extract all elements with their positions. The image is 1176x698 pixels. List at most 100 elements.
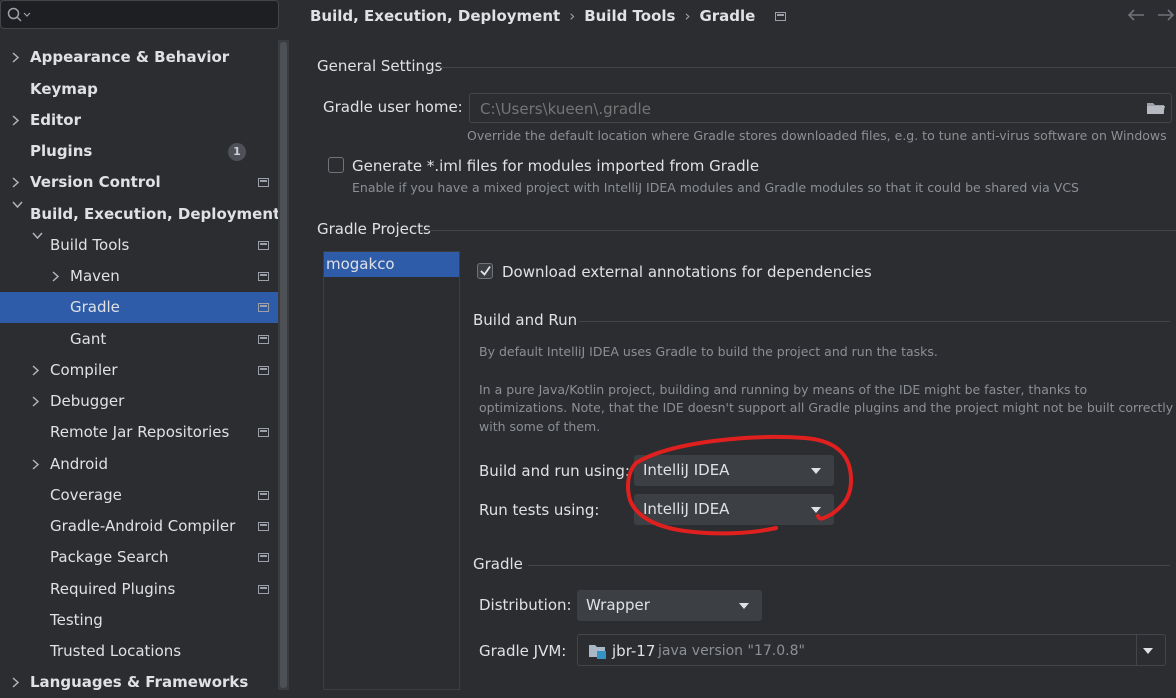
- sidebar-item-debugger[interactable]: Debugger: [0, 386, 283, 417]
- sidebar-item-build-execution-deployment[interactable]: Build, Execution, Deployment: [0, 199, 283, 230]
- sidebar-item-android[interactable]: Android: [0, 449, 283, 480]
- chevron-right-icon[interactable]: [52, 261, 64, 292]
- sidebar-item-maven[interactable]: Maven: [0, 261, 283, 292]
- chevron-right-icon: ›: [569, 7, 576, 25]
- sidebar-item-package-search[interactable]: Package Search: [0, 542, 283, 573]
- project-level-icon: [258, 272, 269, 281]
- tests-using-label: Run tests using:: [479, 501, 600, 519]
- breadcrumb-item: Gradle: [699, 7, 756, 25]
- sidebar-item-version-control[interactable]: Version Control: [0, 167, 283, 198]
- sidebar-item-label: Required Plugins: [50, 580, 176, 598]
- sidebar-item-label: Maven: [70, 267, 120, 285]
- dropdown-arrow-icon[interactable]: [1143, 648, 1153, 654]
- sidebar-item-languages-frameworks[interactable]: Languages & Frameworks: [0, 667, 283, 698]
- chevron-right-icon[interactable]: [12, 667, 24, 698]
- sidebar-scrollbar-thumb[interactable]: [280, 42, 287, 688]
- gradle-projects-title: Gradle Projects: [317, 220, 431, 238]
- gradle-jvm-label: Gradle JVM:: [479, 642, 567, 660]
- chevron-down-icon[interactable]: [12, 199, 24, 230]
- sidebar-item-label: Compiler: [50, 361, 118, 379]
- sidebar-item-plugins[interactable]: Plugins 1: [0, 136, 283, 167]
- sidebar-item-label: Coverage: [50, 486, 122, 504]
- sidebar-item-label: Remote Jar Repositories: [50, 423, 230, 441]
- sidebar-item-gradle-android-compiler[interactable]: Gradle-Android Compiler: [0, 511, 283, 542]
- gradle-jvm-name: jbr-17: [612, 642, 656, 660]
- breadcrumb: Build, Execution, Deployment › Build Tools…: [310, 0, 786, 33]
- download-annotations-checkbox[interactable]: [477, 263, 493, 279]
- distribution-label: Distribution:: [479, 596, 572, 614]
- plugins-count-badge: 1: [228, 143, 246, 161]
- chevron-right-icon: ›: [684, 7, 691, 25]
- folder-icon[interactable]: [1146, 100, 1166, 120]
- chevron-right-icon[interactable]: [32, 355, 44, 386]
- project-level-icon: [258, 553, 269, 562]
- sidebar-item-gradle[interactable]: Gradle: [0, 292, 289, 323]
- sidebar-item-label: Editor: [30, 111, 81, 129]
- generate-iml-label[interactable]: Generate *.iml files for modules importe…: [352, 157, 759, 175]
- chevron-right-icon[interactable]: [12, 105, 24, 136]
- build-run-note-line1: In a pure Java/Kotlin project, building …: [479, 382, 1088, 397]
- sidebar-item-build-tools[interactable]: Build Tools: [0, 230, 283, 261]
- back-arrow-icon[interactable]: [1126, 7, 1146, 27]
- sidebar-item-trusted-locations[interactable]: Trusted Locations: [0, 636, 283, 667]
- dropdown-divider: [1136, 635, 1137, 665]
- project-list-item[interactable]: mogakco: [324, 252, 459, 277]
- section-divider: [440, 67, 1176, 68]
- red-circle-annotation: [626, 435, 854, 536]
- chevron-right-icon[interactable]: [12, 42, 24, 73]
- sidebar-item-remote-jar-repositories[interactable]: Remote Jar Repositories: [0, 417, 283, 448]
- sidebar-item-testing[interactable]: Testing: [0, 605, 283, 636]
- settings-sidebar: Appearance & Behavior Keymap Editor Plug…: [0, 0, 289, 691]
- sidebar-item-gant[interactable]: Gant: [0, 324, 283, 355]
- section-divider: [420, 230, 1176, 231]
- generate-iml-checkbox[interactable]: [328, 157, 344, 173]
- checkmark-icon: [480, 265, 491, 276]
- project-level-icon: [258, 303, 269, 312]
- sidebar-item-coverage[interactable]: Coverage: [0, 480, 283, 511]
- sdk-folder-icon: [588, 643, 608, 664]
- gradle-jvm-dropdown[interactable]: jbr-17 java version "17.0.8": [577, 634, 1166, 666]
- chevron-right-icon[interactable]: [32, 449, 44, 480]
- section-divider: [528, 565, 1170, 566]
- sidebar-item-label: Testing: [50, 611, 103, 629]
- gradle-user-home-field[interactable]: [469, 93, 1172, 123]
- sidebar-item-label: Debugger: [50, 392, 125, 410]
- sidebar-item-required-plugins[interactable]: Required Plugins: [0, 574, 283, 605]
- project-level-icon: [258, 491, 269, 500]
- download-annotations-label[interactable]: Download external annotations for depend…: [502, 263, 872, 281]
- build-and-run-title: Build and Run: [473, 311, 578, 329]
- sidebar-item-label: Gradle: [70, 298, 120, 316]
- section-divider: [579, 321, 1170, 322]
- forward-arrow-icon[interactable]: [1156, 7, 1176, 27]
- sidebar-item-appearance[interactable]: Appearance & Behavior: [0, 42, 283, 73]
- build-run-description: By default IntelliJ IDEA uses Gradle to …: [479, 344, 938, 359]
- sidebar-item-label: Version Control: [30, 173, 161, 191]
- sidebar-item-label: Plugins: [30, 142, 93, 160]
- build-run-note-line2: optimizations. Note, that the IDE doesn'…: [479, 400, 1174, 415]
- distribution-value: Wrapper: [586, 596, 650, 614]
- sidebar-item-label: Gradle-Android Compiler: [50, 517, 236, 535]
- chevron-right-icon[interactable]: [32, 386, 44, 417]
- sidebar-item-label: Languages & Frameworks: [30, 673, 249, 691]
- project-level-icon: [258, 241, 269, 250]
- breadcrumb-item[interactable]: Build, Execution, Deployment: [310, 0, 560, 33]
- chevron-right-icon[interactable]: [12, 167, 24, 198]
- sidebar-item-label: Android: [50, 455, 108, 473]
- sidebar-item-editor[interactable]: Editor: [0, 105, 283, 136]
- search-icon: [7, 7, 31, 22]
- dropdown-arrow-icon: [739, 603, 749, 609]
- sidebar-item-keymap[interactable]: Keymap: [0, 74, 283, 105]
- sidebar-item-label: Package Search: [50, 548, 169, 566]
- chevron-down-icon[interactable]: [32, 230, 44, 261]
- project-level-icon: [258, 178, 269, 187]
- gradle-user-home-input[interactable]: [478, 98, 1122, 120]
- gradle-projects-list: mogakco: [323, 251, 460, 690]
- breadcrumb-item[interactable]: Build Tools: [584, 0, 675, 33]
- sidebar-item-label: Gant: [70, 330, 107, 348]
- build-run-note-line3: with some of them.: [479, 419, 601, 434]
- gradle-jvm-version: java version "17.0.8": [658, 643, 805, 659]
- settings-search-input[interactable]: [0, 0, 279, 29]
- project-level-icon: [774, 12, 786, 21]
- sidebar-item-compiler[interactable]: Compiler: [0, 355, 283, 386]
- distribution-dropdown[interactable]: Wrapper: [577, 590, 762, 621]
